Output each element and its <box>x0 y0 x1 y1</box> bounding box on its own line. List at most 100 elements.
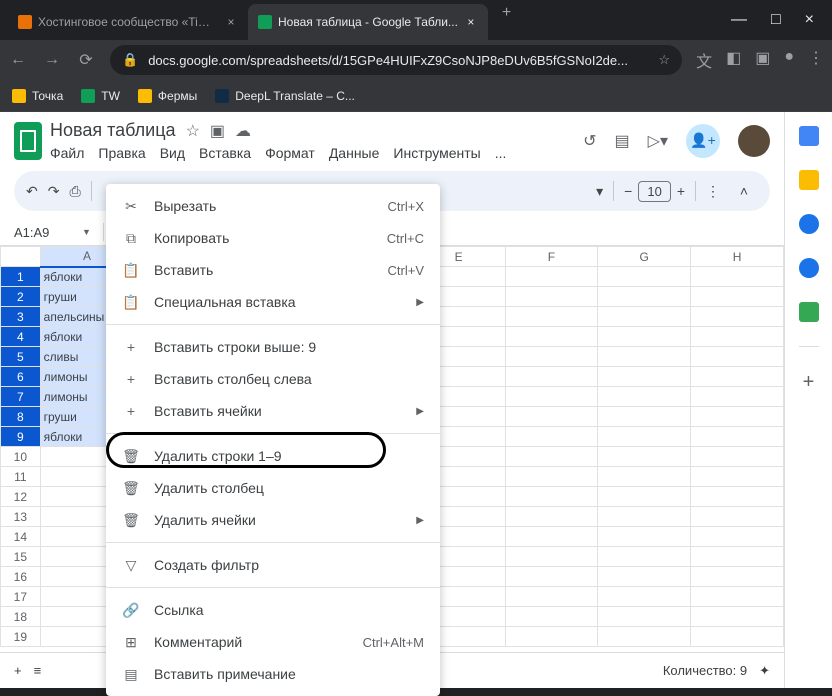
cloud-icon[interactable]: ☁ <box>235 121 251 141</box>
cell[interactable] <box>691 327 784 347</box>
tasks-icon[interactable] <box>799 214 819 234</box>
cell[interactable] <box>691 427 784 447</box>
ctx-delete-rows[interactable]: 🗑Удалить строки 1–9 <box>106 440 440 472</box>
cell[interactable] <box>505 627 598 647</box>
cell[interactable] <box>691 347 784 367</box>
ctx-insert-rows[interactable]: +Вставить строки выше: 9 <box>106 331 440 363</box>
ctx-copy[interactable]: ⧉КопироватьCtrl+C <box>106 222 440 254</box>
doc-title[interactable]: Новая таблица <box>50 120 176 141</box>
row-header[interactable]: 14 <box>1 527 41 547</box>
undo-button[interactable]: ↶ <box>26 183 38 200</box>
window-maximize[interactable]: □ <box>771 11 781 29</box>
row-header[interactable]: 16 <box>1 567 41 587</box>
browser-tab-1[interactable]: Новая таблица - Google Табли... × <box>248 4 488 40</box>
bookmark-item[interactable]: Точка <box>12 89 63 103</box>
increase-font-button[interactable]: + <box>677 183 685 199</box>
share-button[interactable]: 👤+ <box>686 124 720 158</box>
font-size-value[interactable]: 10 <box>638 181 670 202</box>
row-header[interactable]: 11 <box>1 467 41 487</box>
menu-insert[interactable]: Вставка <box>199 145 251 161</box>
row-header[interactable]: 9 <box>1 427 41 447</box>
ctx-insert-cells[interactable]: +Вставить ячейки▶ <box>106 395 440 427</box>
cell[interactable] <box>505 507 598 527</box>
cell[interactable] <box>691 507 784 527</box>
row-header[interactable]: 7 <box>1 387 41 407</box>
column-header[interactable]: F <box>505 247 598 267</box>
cell[interactable] <box>505 487 598 507</box>
profile-icon[interactable]: ● <box>784 48 794 72</box>
decrease-font-button[interactable]: − <box>624 183 632 199</box>
cell[interactable] <box>691 407 784 427</box>
ctx-delete-cells[interactable]: 🗑Удалить ячейки▶ <box>106 504 440 536</box>
cell[interactable] <box>598 367 691 387</box>
row-header[interactable]: 12 <box>1 487 41 507</box>
cell[interactable] <box>598 627 691 647</box>
all-sheets-button[interactable]: ≡ <box>34 663 42 678</box>
contacts-icon[interactable] <box>799 258 819 278</box>
bookmark-item[interactable]: TW <box>81 89 120 103</box>
cell[interactable] <box>691 567 784 587</box>
print-button[interactable]: ⎙ <box>69 183 80 200</box>
bookmark-item[interactable]: Фермы <box>138 89 197 103</box>
cell[interactable] <box>598 547 691 567</box>
cell[interactable] <box>598 307 691 327</box>
calendar-icon[interactable] <box>799 126 819 146</box>
translate-icon[interactable]: 文 <box>696 48 712 72</box>
sheets-logo[interactable] <box>14 122 42 160</box>
account-avatar[interactable] <box>738 125 770 157</box>
row-header[interactable]: 4 <box>1 327 41 347</box>
close-icon[interactable]: × <box>224 15 238 29</box>
star-icon[interactable]: ☆ <box>658 52 670 68</box>
row-header[interactable]: 6 <box>1 367 41 387</box>
maps-icon[interactable] <box>799 302 819 322</box>
cell[interactable] <box>598 487 691 507</box>
cell[interactable] <box>691 267 784 287</box>
menu-file[interactable]: Файл <box>50 145 84 161</box>
bookmark-item[interactable]: DeepL Translate – С... <box>215 89 355 103</box>
ctx-create-filter[interactable]: ▽Создать фильтр <box>106 549 440 581</box>
cell[interactable] <box>598 287 691 307</box>
comments-icon[interactable]: ▤ <box>615 131 630 151</box>
cell[interactable] <box>505 327 598 347</box>
cell[interactable] <box>598 527 691 547</box>
add-sheet-button[interactable]: + <box>14 663 22 678</box>
cell[interactable] <box>505 367 598 387</box>
more-options-icon[interactable]: ⋮ <box>706 183 720 200</box>
dropdown-icon[interactable]: ▼ <box>82 227 91 237</box>
ctx-cut[interactable]: ✂ВырезатьCtrl+X <box>106 190 440 222</box>
menu-view[interactable]: Вид <box>160 145 185 161</box>
toolbar-collapse-button[interactable]: ˄ <box>730 177 758 205</box>
cell[interactable] <box>505 307 598 327</box>
extension-icon[interactable]: ◧ <box>726 48 741 72</box>
close-icon[interactable]: × <box>464 15 478 29</box>
cell[interactable] <box>691 467 784 487</box>
cell[interactable] <box>505 527 598 547</box>
menu-edit[interactable]: Правка <box>98 145 145 161</box>
name-box[interactable]: A1:A9 <box>14 225 74 240</box>
cell[interactable] <box>505 427 598 447</box>
cell[interactable] <box>691 367 784 387</box>
cell[interactable] <box>505 347 598 367</box>
cell[interactable] <box>598 467 691 487</box>
cell[interactable] <box>691 587 784 607</box>
window-close[interactable]: × <box>805 11 814 29</box>
cell[interactable] <box>598 507 691 527</box>
cell[interactable] <box>691 547 784 567</box>
menu-format[interactable]: Формат <box>265 145 315 161</box>
row-header[interactable]: 2 <box>1 287 41 307</box>
cell[interactable] <box>505 607 598 627</box>
column-header[interactable]: G <box>598 247 691 267</box>
ctx-paste[interactable]: 📋ВставитьCtrl+V <box>106 254 440 286</box>
menu-more[interactable]: ... <box>495 145 507 161</box>
row-header[interactable]: 17 <box>1 587 41 607</box>
cell[interactable] <box>691 607 784 627</box>
cell[interactable] <box>598 427 691 447</box>
row-header[interactable]: 13 <box>1 507 41 527</box>
move-icon[interactable]: ▣ <box>210 121 225 141</box>
cell[interactable] <box>505 567 598 587</box>
menu-icon[interactable]: ⋮ <box>808 48 824 72</box>
cell[interactable] <box>505 387 598 407</box>
cell[interactable] <box>505 467 598 487</box>
reload-button[interactable]: ⟳ <box>76 50 96 70</box>
row-header[interactable]: 3 <box>1 307 41 327</box>
